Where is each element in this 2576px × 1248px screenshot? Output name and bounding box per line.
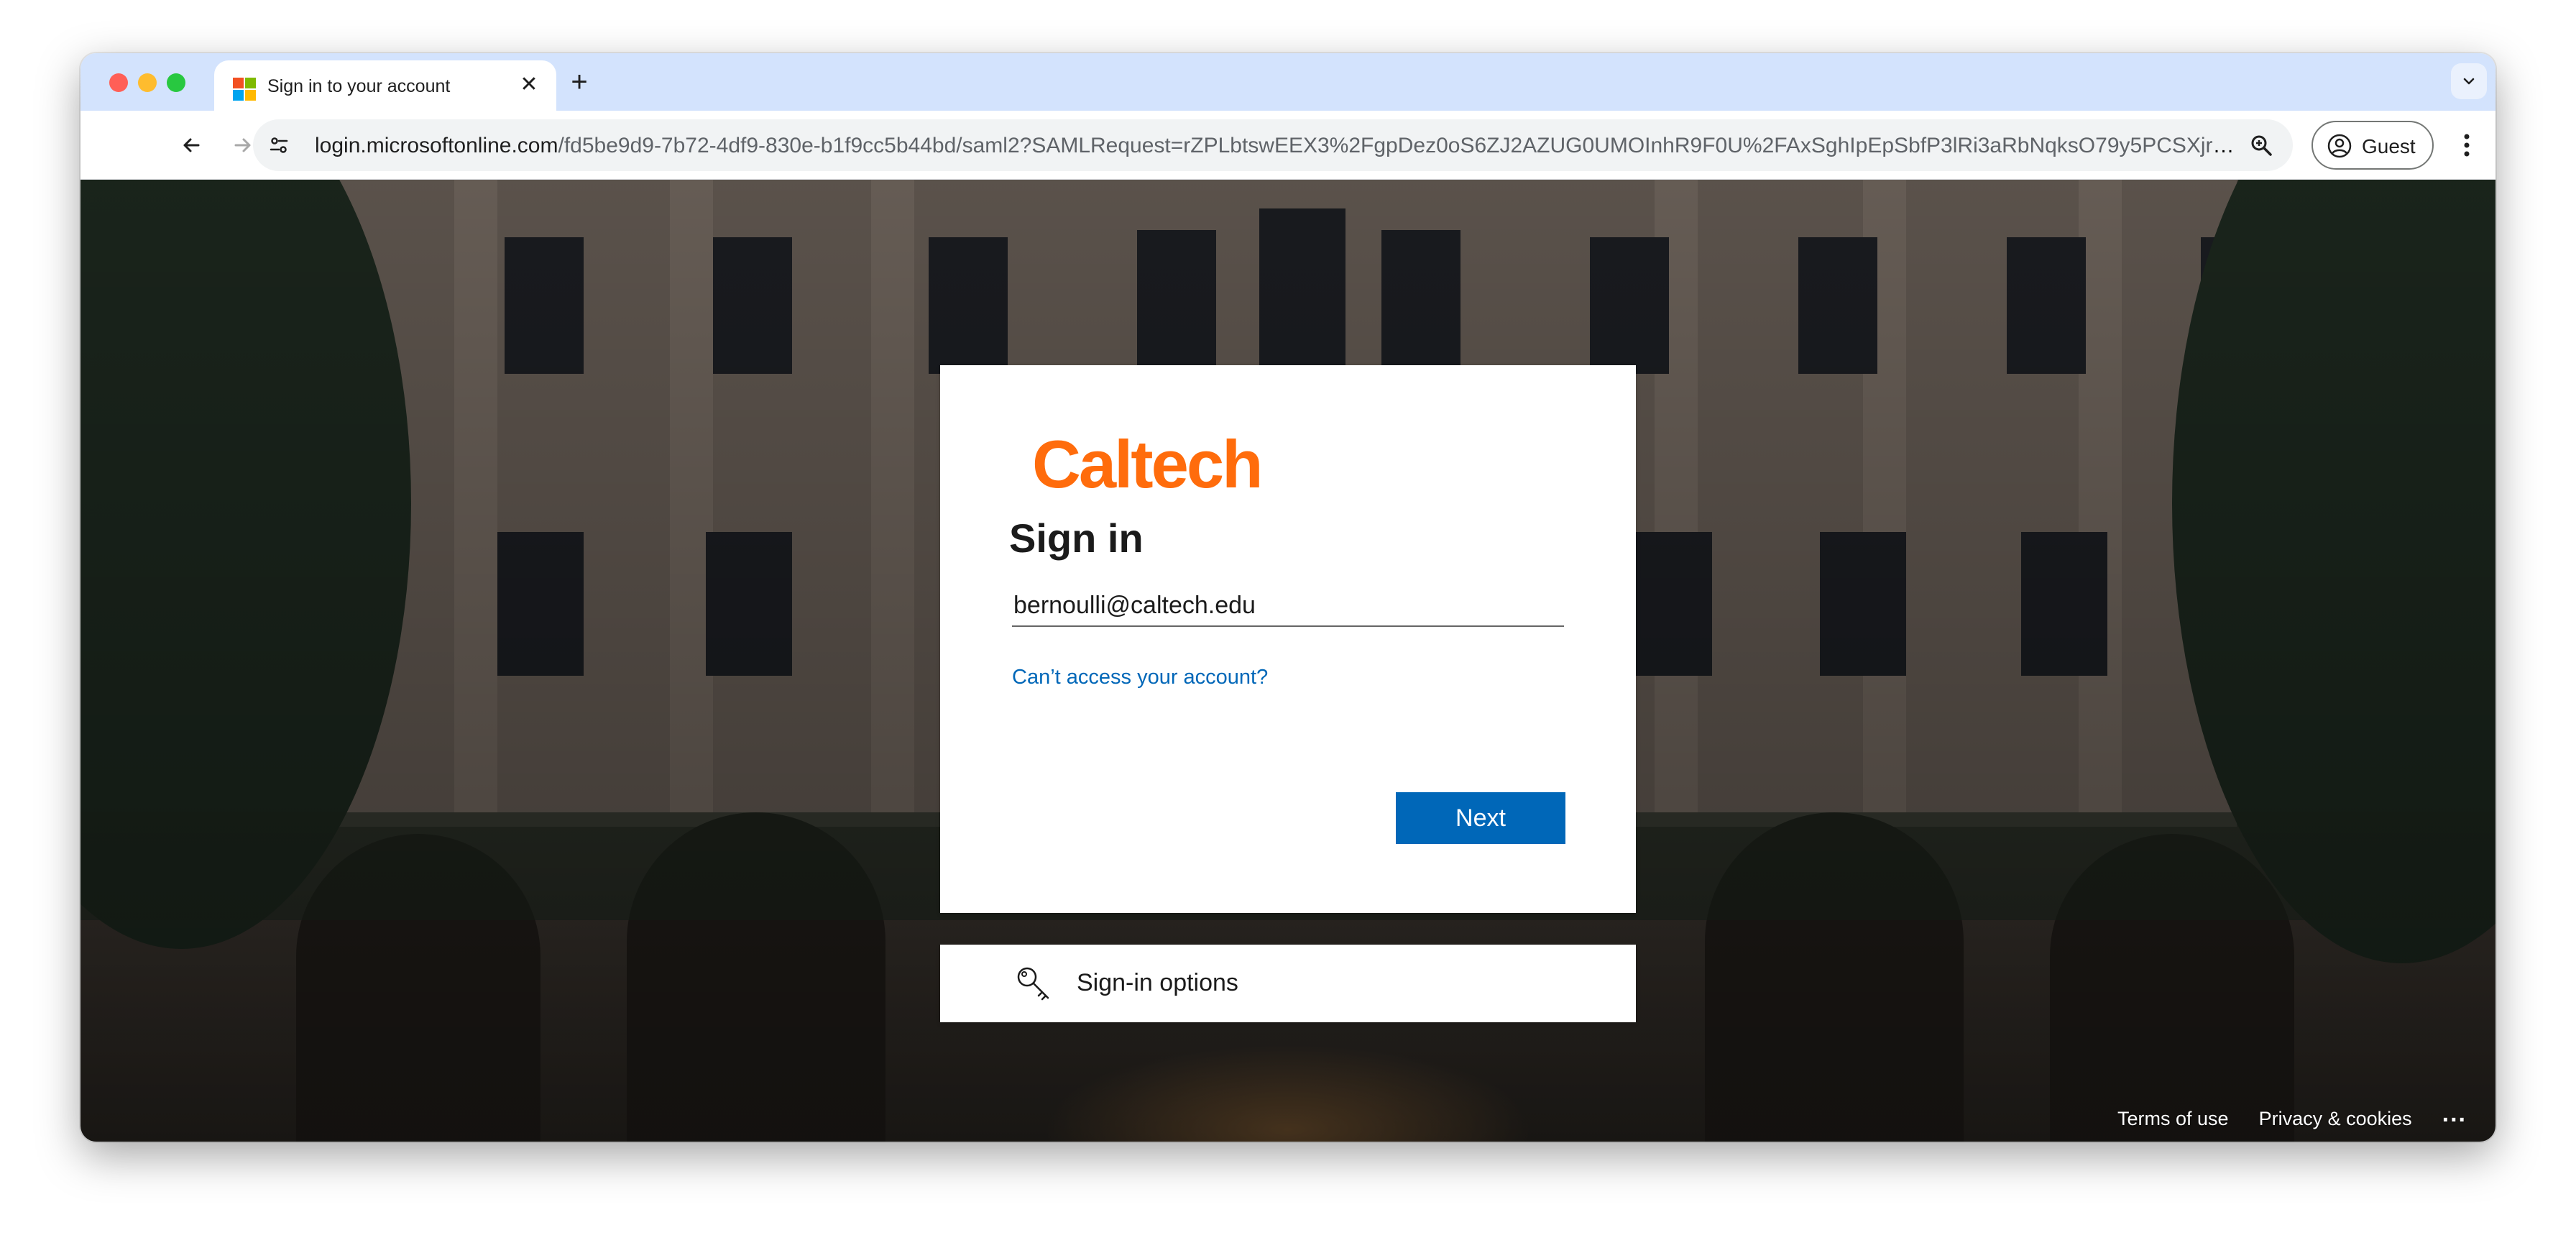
tune-icon [270,137,288,153]
close-window-button[interactable] [109,73,128,92]
url-host: login.microsoftonline.com [315,134,558,157]
footer: Terms of use Privacy & cookies ... [2117,1100,2467,1133]
sign-in-options-button[interactable]: Sign-in options [940,945,1636,1022]
minimize-window-button[interactable] [138,73,157,92]
tab-title: Sign in to your account [267,76,451,96]
person-circle-icon [2327,134,2352,158]
arrow-left-icon [183,138,200,152]
sign-in-card: Caltech Sign in Can’t access your accoun… [940,365,1636,913]
more-options-icon[interactable]: ... [2442,1100,2467,1128]
privacy-cookies-link[interactable]: Privacy & cookies [2259,1108,2412,1130]
microsoft-logo-icon [233,78,256,101]
profile-button[interactable]: Guest [2312,121,2434,170]
maximize-window-button[interactable] [167,73,185,92]
tab-close-icon[interactable]: ✕ [518,73,540,96]
key-icon [1017,967,1049,1001]
site-info-button[interactable] [260,127,298,164]
next-button[interactable]: Next [1396,792,1565,844]
tab-strip: Sign in to your account ✕ + [80,53,2496,111]
cant-access-account-link[interactable]: Can’t access your account? [1012,666,1268,689]
chevron-down-icon [2463,78,2475,85]
profile-label: Guest [2362,135,2416,157]
more-vertical-icon [2464,134,2470,157]
page-content: Caltech Sign in Can’t access your accoun… [80,180,2496,1142]
new-tab-button[interactable]: + [562,65,597,99]
tab-sign-in[interactable]: Sign in to your account ✕ [214,60,556,111]
page-title: Sign in [1009,515,1144,561]
email-field[interactable] [1012,585,1564,627]
browser-window: Sign in to your account ✕ + login.micros… [80,53,2496,1142]
zoom-icon[interactable] [2248,132,2274,158]
sign-in-options-label: Sign-in options [1077,969,1238,996]
terms-of-use-link[interactable]: Terms of use [2117,1108,2229,1130]
url-text: login.microsoftonline.com/fd5be9d9-7b72-… [315,134,2241,158]
back-button[interactable] [174,128,208,162]
tab-search-button[interactable] [2451,63,2487,99]
address-bar[interactable]: login.microsoftonline.com/fd5be9d9-7b72-… [253,119,2293,171]
browser-menu-button[interactable] [2450,128,2484,162]
url-path: /fd5be9d9-7b72-4df9-830e-b1f9cc5b44bd/sa… [558,134,2241,157]
browser-toolbar: login.microsoftonline.com/fd5be9d9-7b72-… [80,111,2496,180]
arrow-right-icon [234,138,251,152]
caltech-logo: Caltech [1032,426,1264,502]
